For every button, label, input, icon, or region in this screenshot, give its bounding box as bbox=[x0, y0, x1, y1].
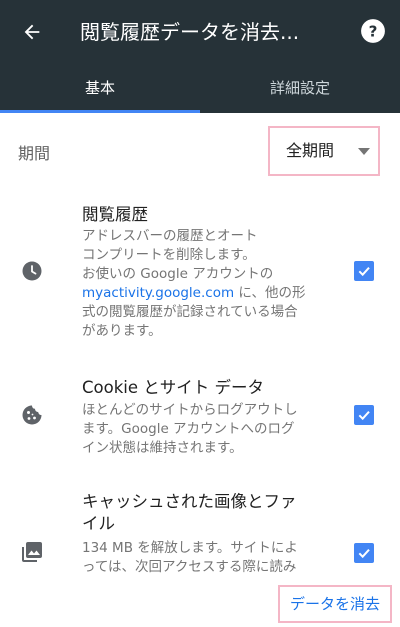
tab-advanced[interactable]: 詳細設定 bbox=[200, 66, 400, 110]
arrow-back-icon bbox=[24, 24, 40, 40]
clock-icon bbox=[22, 261, 42, 281]
check-icon bbox=[358, 266, 370, 277]
cookie-checkbox[interactable] bbox=[354, 405, 374, 425]
period-dropdown[interactable]: 全期間 bbox=[268, 126, 380, 176]
history-description: アドレスバーの履歴とオート コンプリートを削除します。 お使いの Google … bbox=[82, 228, 306, 339]
period-label: 期間 bbox=[18, 144, 51, 163]
dropdown-arrow-icon bbox=[358, 148, 370, 155]
image-icon bbox=[22, 542, 42, 562]
cache-description: 134 MB を解放します。サイトによ っては、次回アクセスする際に読み bbox=[82, 540, 298, 575]
tab-basic[interactable]: 基本 bbox=[0, 66, 200, 110]
tab-indicator bbox=[0, 110, 200, 113]
clear-data-button[interactable]: データを消去 bbox=[278, 585, 392, 623]
cookie-title: Cookie とサイト データ bbox=[82, 378, 264, 397]
myactivity-link[interactable]: myactivity.google.com bbox=[82, 285, 234, 301]
help-button[interactable]: ? bbox=[358, 16, 388, 46]
cookie-icon bbox=[22, 405, 42, 425]
period-value: 全期間 bbox=[286, 141, 335, 160]
cookie-description: ほとんどのサイトからログアウトし ます。Google アカウントへのログ イン状… bbox=[82, 402, 298, 456]
help-icon: ? bbox=[361, 19, 385, 43]
check-icon bbox=[358, 548, 370, 559]
history-checkbox[interactable] bbox=[354, 261, 374, 281]
app-header: 閲覧履歴データを消去... ? 基本 詳細設定 bbox=[0, 0, 400, 113]
cache-title: キャッシュされた画像とファ イル bbox=[82, 492, 297, 533]
cache-checkbox[interactable] bbox=[354, 543, 374, 563]
svg-text:?: ? bbox=[369, 22, 378, 40]
check-icon bbox=[358, 410, 370, 421]
back-button[interactable] bbox=[14, 14, 50, 50]
history-title: 閲覧履歴 bbox=[82, 205, 148, 224]
page-title: 閲覧履歴データを消去... bbox=[80, 20, 300, 44]
